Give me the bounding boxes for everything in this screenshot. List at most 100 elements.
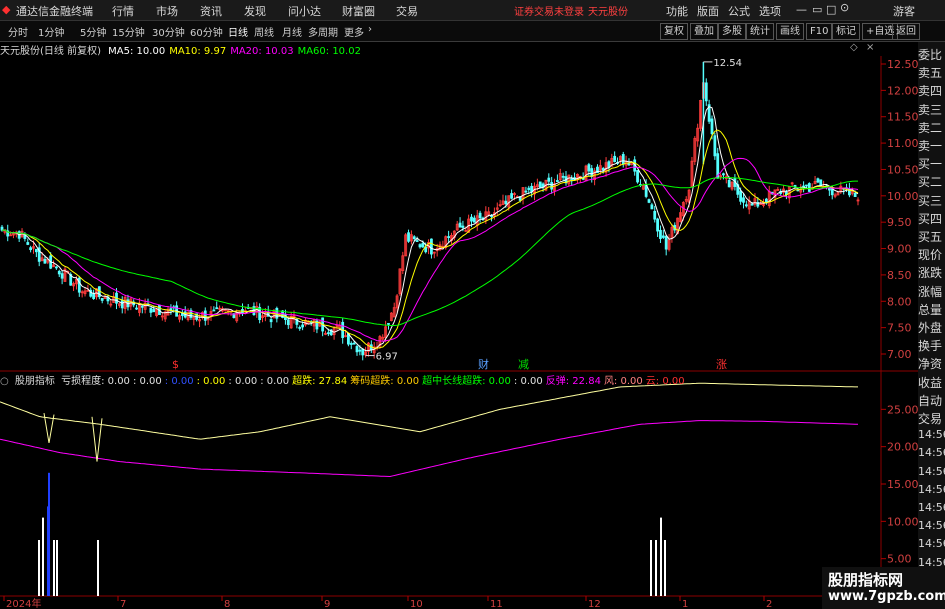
menu-options[interactable]: 选项 xyxy=(759,3,781,19)
menu-market[interactable]: 市场 xyxy=(156,3,178,19)
side-panel-item-24[interactable]: 14:56 xyxy=(918,483,945,496)
menu-quotes[interactable]: 行情 xyxy=(112,3,134,19)
tab-weekly[interactable]: 周线 xyxy=(254,24,274,39)
menu-formula[interactable]: 公式 xyxy=(728,3,750,19)
menu-function[interactable]: 功能 xyxy=(666,3,688,19)
maximize-icon[interactable]: □ xyxy=(826,3,836,16)
candle-body xyxy=(510,193,513,199)
overlay-button[interactable]: 叠加 xyxy=(690,23,718,40)
candle-body xyxy=(650,204,654,210)
guest-label[interactable]: 游客 xyxy=(893,3,915,19)
restore-icon[interactable]: ▭ xyxy=(812,3,822,16)
tab-60min[interactable]: 60分钟 xyxy=(190,24,223,39)
side-panel-item-14[interactable]: 总量 xyxy=(918,301,945,318)
side-panel-item-6[interactable]: 买一 xyxy=(918,155,945,172)
indicator-item-6: 超跌: 27.84 xyxy=(292,376,348,387)
side-panel-item-23[interactable]: 14:56 xyxy=(918,465,945,478)
tab-multi-period[interactable]: 多周期 xyxy=(308,24,338,39)
side-panel-item-11[interactable]: 现价 xyxy=(918,246,945,263)
indicator-collapse-icon[interactable]: ○ xyxy=(0,376,9,387)
indicator-item-7: 筹码超跌: 0.00 xyxy=(350,376,420,387)
side-panel-item-7[interactable]: 买二 xyxy=(918,173,945,190)
menu-ask[interactable]: 问小达 xyxy=(288,3,321,19)
candle-body xyxy=(636,170,639,183)
chevron-right-icon[interactable]: › xyxy=(368,24,372,35)
candle-body xyxy=(77,277,81,293)
minimize-icon[interactable]: — xyxy=(796,3,807,16)
side-panel-item-5[interactable]: 卖一 xyxy=(918,137,945,154)
price-tick-label: 9.00 xyxy=(887,243,912,256)
candle-body xyxy=(461,225,465,228)
menu-wealth[interactable]: 财富圈 xyxy=(342,3,375,19)
tab-intraday[interactable]: 分时 xyxy=(8,24,28,39)
candle-body xyxy=(807,183,811,192)
candle-body xyxy=(547,177,551,182)
adjust-button[interactable]: 复权 xyxy=(660,23,688,40)
candle-body xyxy=(34,248,38,253)
menu-layout[interactable]: 版面 xyxy=(697,3,719,19)
candle-body xyxy=(472,217,476,223)
back-button[interactable]: 返回 xyxy=(892,23,920,40)
candle-body xyxy=(269,319,273,323)
side-panel-item-4[interactable]: 卖二 xyxy=(918,119,945,136)
side-panel-item-12[interactable]: 涨跌 xyxy=(918,264,945,281)
side-panel-item-20[interactable]: 交易 xyxy=(918,410,945,427)
side-panel-item-16[interactable]: 换手 xyxy=(918,337,945,354)
side-panel-item-10[interactable]: 买五 xyxy=(918,228,945,245)
x-tick-label: 2 xyxy=(766,599,772,609)
side-panel-item-19[interactable]: 自动 xyxy=(918,392,945,409)
mark-button[interactable]: 标记 xyxy=(832,23,860,40)
side-panel-item-27[interactable]: 14:56 xyxy=(918,537,945,550)
side-panel-item-3[interactable]: 卖三 xyxy=(918,101,945,118)
draw-line-button[interactable]: 画线 xyxy=(776,23,804,40)
side-panel-item-13[interactable]: 涨幅 xyxy=(918,283,945,300)
side-panel-item-22[interactable]: 14:56 xyxy=(918,446,945,459)
indicator-item-5: : 0.00 xyxy=(260,376,290,387)
side-panel-item-17[interactable]: 净资 xyxy=(918,355,945,372)
menu-trade[interactable]: 交易 xyxy=(396,3,418,19)
side-panel-item-21[interactable]: 14:56 xyxy=(918,428,945,441)
candle-body xyxy=(415,240,419,242)
side-panel-item-2[interactable]: 卖四 xyxy=(918,82,945,99)
candle-body xyxy=(659,229,662,239)
tab-daily[interactable]: 日线 xyxy=(228,24,248,39)
side-panel-item-0[interactable]: 委比 xyxy=(918,46,945,63)
tab-1min[interactable]: 1分钟 xyxy=(38,24,64,39)
side-panel-item-25[interactable]: 14:56 xyxy=(918,501,945,514)
indicator-item-0: 亏损程度: 0.00 xyxy=(61,376,130,387)
tab-5min[interactable]: 5分钟 xyxy=(80,24,106,39)
login-status[interactable]: 证券交易未登录 xyxy=(514,3,584,18)
tab-15min[interactable]: 15分钟 xyxy=(112,24,145,39)
price-tick-label: 7.50 xyxy=(887,322,912,335)
stats-button[interactable]: 统计 xyxy=(746,23,774,40)
app-logo-icon: ◆ xyxy=(2,3,11,16)
menu-discover[interactable]: 发现 xyxy=(244,3,266,19)
candle-body xyxy=(550,182,554,190)
side-panel-item-18[interactable]: 收益 xyxy=(918,374,945,391)
menu-news[interactable]: 资讯 xyxy=(200,3,222,19)
f10-button[interactable]: F10 xyxy=(806,23,833,40)
candle-body xyxy=(853,192,857,197)
period-toolbar: 分时 1分钟 5分钟 15分钟 30分钟 60分钟 日线 周线 月线 多周期 更… xyxy=(0,21,945,42)
tab-more[interactable]: 更多 xyxy=(344,24,364,39)
indicator-bar xyxy=(97,540,99,596)
side-panel-item-1[interactable]: 卖五 xyxy=(918,64,945,81)
multi-stock-button[interactable]: 多股 xyxy=(718,23,746,40)
side-panel-item-15[interactable]: 外盘 xyxy=(918,319,945,336)
chart-canvas[interactable]: 12.50 12.00 11.50 11.00 10.50 10.00 9.50 9.00 8.… xyxy=(0,42,918,609)
side-panel-item-26[interactable]: 14:56 xyxy=(918,519,945,532)
indicator-bar xyxy=(56,540,58,596)
candle-body xyxy=(613,155,617,162)
candle-body xyxy=(504,200,508,205)
help-icon[interactable]: ⊙ xyxy=(840,1,849,14)
side-panel-item-8[interactable]: 买三 xyxy=(918,192,945,209)
watermark-title: 股朋指标网 xyxy=(828,571,904,589)
tab-monthly[interactable]: 月线 xyxy=(282,24,302,39)
candle-body xyxy=(561,175,565,178)
event-marker: 减 xyxy=(518,358,529,371)
tab-30min[interactable]: 30分钟 xyxy=(152,24,185,39)
side-panel-item-9[interactable]: 买四 xyxy=(918,210,945,227)
candle-body xyxy=(653,210,657,220)
candle-body xyxy=(298,327,302,329)
candle-body xyxy=(647,199,651,203)
